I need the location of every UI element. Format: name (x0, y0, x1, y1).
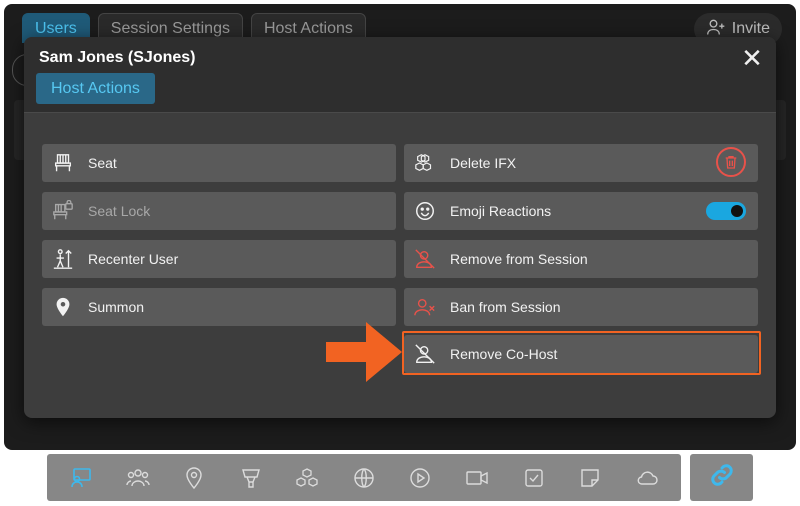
remove-user-icon (414, 248, 436, 270)
emoji-reactions-label: Emoji Reactions (450, 203, 552, 219)
summon-label: Summon (88, 299, 145, 315)
remove-from-session-button[interactable]: Remove from Session (404, 240, 758, 278)
highlight-outline (402, 331, 761, 375)
cubes-icon (414, 152, 436, 174)
group-icon[interactable] (118, 458, 158, 498)
bottom-toolbar (47, 454, 681, 501)
globe-icon[interactable] (344, 458, 384, 498)
delete-ifx-button[interactable]: Delete IFX (404, 144, 758, 182)
close-icon[interactable]: ✕ (740, 45, 764, 71)
modal-header: Sam Jones (SJones) ✕ Host Actions (24, 37, 776, 113)
remove-from-session-label: Remove from Session (450, 251, 588, 267)
seat-lock-button[interactable]: Seat Lock (42, 192, 396, 230)
users-screen-icon[interactable] (61, 458, 101, 498)
cloud-icon[interactable] (627, 458, 667, 498)
location-icon[interactable] (174, 458, 214, 498)
ban-from-session-label: Ban from Session (450, 299, 561, 315)
link-icon (707, 460, 737, 495)
toggle-knob (731, 205, 743, 217)
play-icon[interactable] (400, 458, 440, 498)
link-button[interactable] (690, 454, 753, 501)
smiley-icon (414, 200, 436, 222)
checkbox-icon[interactable] (514, 458, 554, 498)
seat-lock-label: Seat Lock (88, 203, 151, 219)
trash-icon[interactable] (716, 147, 746, 177)
seat-lock-icon (52, 200, 74, 222)
modal-title: Sam Jones (SJones) (39, 49, 196, 66)
cubes-icon[interactable] (287, 458, 327, 498)
invite-label: Invite (731, 20, 770, 37)
note-icon[interactable] (570, 458, 610, 498)
location-pin-icon (52, 296, 74, 318)
recenter-user-label: Recenter User (88, 251, 179, 267)
video-icon[interactable] (457, 458, 497, 498)
recenter-user-button[interactable]: Recenter User (42, 240, 396, 278)
ban-from-session-button[interactable]: Ban from Session (404, 288, 758, 326)
seat-button[interactable]: Seat (42, 144, 396, 182)
seat-label: Seat (88, 155, 117, 171)
recenter-icon (52, 248, 74, 270)
trophy-icon[interactable] (231, 458, 271, 498)
delete-ifx-label: Delete IFX (450, 155, 517, 171)
ban-user-icon (414, 296, 436, 318)
emoji-reactions-toggle[interactable] (706, 202, 746, 220)
pointer-arrow-icon (326, 322, 402, 382)
tab-host-actions-modal[interactable]: Host Actions (36, 73, 155, 104)
seat-icon (52, 152, 74, 174)
emoji-reactions-button[interactable]: Emoji Reactions (404, 192, 758, 230)
